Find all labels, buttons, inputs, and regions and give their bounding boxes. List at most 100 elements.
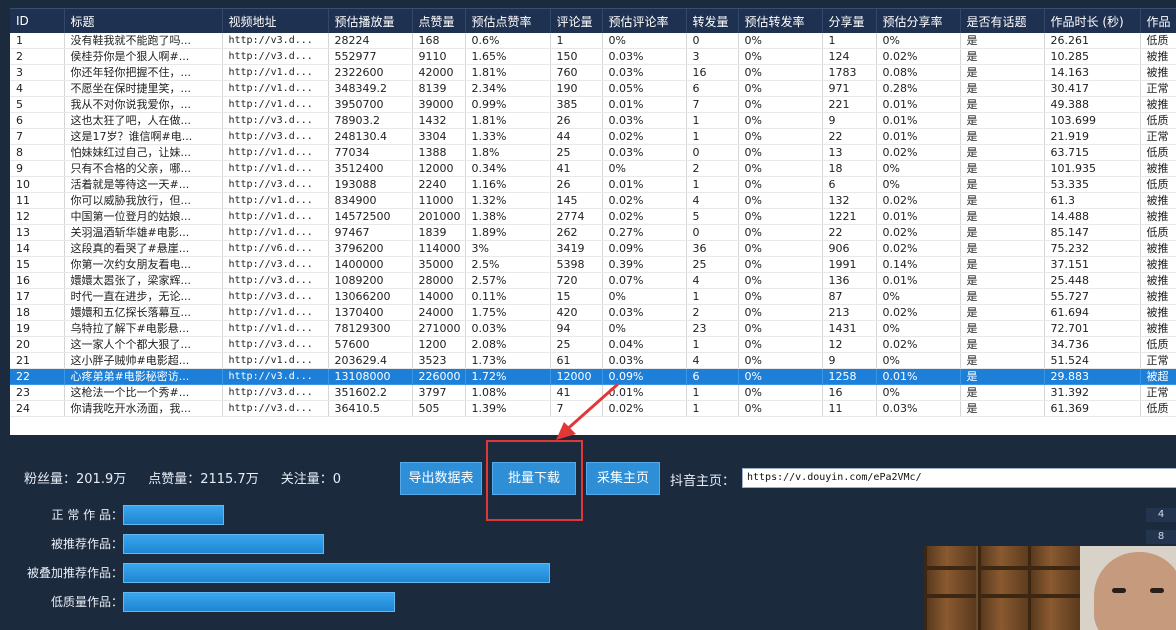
column-header[interactable]: 预估转发率 bbox=[738, 9, 823, 33]
table-cell: 你请我吃开水汤面，我... bbox=[64, 400, 223, 418]
table-cell: 30.417 bbox=[1044, 80, 1141, 98]
table-cell: 正常 bbox=[1140, 384, 1176, 402]
table-cell: 34.736 bbox=[1044, 336, 1141, 354]
table-cell: 10.285 bbox=[1044, 48, 1141, 66]
table-cell: 1258 bbox=[822, 368, 877, 386]
table-cell: 1 bbox=[822, 33, 877, 50]
table-cell: http://v3.d... bbox=[222, 256, 329, 274]
column-header[interactable]: 视频地址 bbox=[222, 9, 329, 33]
column-header[interactable]: 预估评论率 bbox=[602, 9, 687, 33]
table-cell: 12 bbox=[10, 208, 65, 226]
table-cell: 13108000 bbox=[328, 368, 413, 386]
table-cell: 9 bbox=[822, 112, 877, 130]
table-row[interactable]: 16 嬛嬛太嚣张了，梁家辉... http://v3.d... 1089200 2800… bbox=[10, 272, 1176, 290]
table-cell: http://v1.d... bbox=[222, 80, 329, 98]
export-table-button[interactable]: 导出数据表 bbox=[400, 462, 482, 495]
column-header[interactable]: 评论量 bbox=[550, 9, 603, 33]
table-row[interactable]: 7 这是17岁？谁信啊#电... http://v3.d... 248130.4 330… bbox=[10, 128, 1176, 146]
table-cell: 22 bbox=[822, 128, 877, 146]
table-cell: 0.03% bbox=[602, 64, 687, 82]
table-cell: 0% bbox=[602, 160, 687, 178]
table-row[interactable]: 13 关羽温酒斩华雄#电影... http://v1.d... 97467 1839 1.… bbox=[10, 224, 1176, 242]
table-cell: 87 bbox=[822, 288, 877, 306]
table-cell: 中国第一位登月的姑娘... bbox=[64, 208, 223, 226]
table-cell: 正常 bbox=[1140, 80, 1176, 98]
table-cell: 26 bbox=[550, 112, 603, 130]
column-header[interactable]: 标题 bbox=[64, 9, 223, 33]
column-header[interactable]: 预估播放量 bbox=[328, 9, 413, 33]
table-cell: 1 bbox=[686, 400, 739, 418]
table-cell: 2322600 bbox=[328, 64, 413, 82]
annotation-arrow-icon bbox=[556, 382, 619, 440]
table-cell: 0% bbox=[738, 320, 823, 338]
table-row[interactable]: 14 这段真的看哭了#悬崖... http://v6.d... 3796200 1140… bbox=[10, 240, 1176, 258]
table-cell: 6 bbox=[686, 80, 739, 98]
webcam-overlay bbox=[924, 546, 1176, 630]
table-row[interactable]: 21 这小胖子贼帅#电影超... http://v1.d... 203629.4 352… bbox=[10, 352, 1176, 370]
table-cell: 活着就是等待这一天#... bbox=[64, 176, 223, 194]
table-cell: 低质 bbox=[1140, 112, 1176, 130]
column-header[interactable]: 预估分享率 bbox=[876, 9, 961, 33]
table-cell: 49.388 bbox=[1044, 96, 1141, 114]
table-cell: 0% bbox=[738, 272, 823, 290]
table-row[interactable]: 5 我从不对你说我爱你，... http://v1.d... 3950700 39000… bbox=[10, 96, 1176, 114]
column-header[interactable]: 分享量 bbox=[822, 9, 877, 33]
table-cell: 114000 bbox=[412, 240, 466, 258]
table-row[interactable]: 8 怕妹妹红过自己，让妹... http://v1.d... 77034 1388 1.8… bbox=[10, 144, 1176, 162]
table-row[interactable]: 9 只有不合格的父亲，哪... http://v1.d... 3512400 12000… bbox=[10, 160, 1176, 178]
table-cell: 3% bbox=[465, 240, 551, 258]
table-cell: http://v1.d... bbox=[222, 96, 329, 114]
table-row[interactable]: 11 你可以威胁我放行，但... http://v1.d... 834900 11000… bbox=[10, 192, 1176, 210]
table-cell: http://v1.d... bbox=[222, 304, 329, 322]
table-cell: 2.34% bbox=[465, 80, 551, 98]
column-header[interactable]: 是否有话题 bbox=[960, 9, 1045, 33]
table-cell: 25 bbox=[550, 144, 603, 162]
table-row[interactable]: 3 你还年轻你把握不住，... http://v1.d... 2322600 42000… bbox=[10, 64, 1176, 82]
column-header[interactable]: ID bbox=[10, 9, 65, 33]
table-cell: 420 bbox=[550, 304, 603, 322]
table-cell: 124 bbox=[822, 48, 877, 66]
table-cell: 4 bbox=[686, 352, 739, 370]
table-row[interactable]: 20 这一家人个个都大狠了... http://v3.d... 57600 1200 2.… bbox=[10, 336, 1176, 354]
table-cell: 348349.2 bbox=[328, 80, 413, 98]
table-cell: 2 bbox=[686, 304, 739, 322]
table-row[interactable]: 12 中国第一位登月的姑娘... http://v1.d... 14572500 201… bbox=[10, 208, 1176, 226]
table-cell: 57600 bbox=[328, 336, 413, 354]
table-row[interactable]: 15 你第一次约女朋友看电... http://v3.d... 1400000 3500… bbox=[10, 256, 1176, 274]
column-header[interactable]: 点赞量 bbox=[412, 9, 466, 33]
table-cell: 103.699 bbox=[1044, 112, 1141, 130]
table-cell: 12000 bbox=[412, 160, 466, 178]
table-row[interactable]: 4 不愿坐在保时捷里笑，... http://v1.d... 348349.2 8139… bbox=[10, 80, 1176, 98]
table-cell: 1221 bbox=[822, 208, 877, 226]
table-row[interactable]: 17 时代一直在进步，无论... http://v3.d... 13066200 140… bbox=[10, 288, 1176, 306]
table-cell: 这段真的看哭了#悬崖... bbox=[64, 240, 223, 258]
column-header[interactable]: 预估点赞率 bbox=[465, 9, 551, 33]
table-cell: 是 bbox=[960, 384, 1045, 402]
category-bar-row: 被推荐作品： bbox=[10, 533, 324, 555]
table-cell: 1991 bbox=[822, 256, 877, 274]
table-row[interactable]: 19 乌特拉了解下#电影悬... http://v1.d... 78129300 271… bbox=[10, 320, 1176, 338]
table-cell: 0% bbox=[738, 33, 823, 50]
table-row[interactable]: 1 没有鞋我就不能跑了吗... http://v3.d... 28224 168 0.6%… bbox=[10, 33, 1176, 50]
table-cell: 14.488 bbox=[1044, 208, 1141, 226]
table-row[interactable]: 6 这也太狂了吧，人在做... http://v3.d... 78903.2 1432 1… bbox=[10, 112, 1176, 130]
table-cell: http://v1.d... bbox=[222, 144, 329, 162]
table-row[interactable]: 18 嬛嬛和五亿探长落幕互... http://v1.d... 1370400 2400… bbox=[10, 304, 1176, 322]
table-cell: 1.65% bbox=[465, 48, 551, 66]
table-cell: 1.75% bbox=[465, 304, 551, 322]
column-header[interactable]: 作品 bbox=[1140, 9, 1176, 33]
table-cell: 720 bbox=[550, 272, 603, 290]
column-header[interactable]: 转发量 bbox=[686, 9, 739, 33]
table-cell: 乌特拉了解下#电影悬... bbox=[64, 320, 223, 338]
table-row[interactable]: 10 活着就是等待这一天#... http://v3.d... 193088 2240 1… bbox=[10, 176, 1176, 194]
collect-homepage-button[interactable]: 采集主页 bbox=[586, 462, 660, 495]
table-cell: 7 bbox=[686, 96, 739, 114]
table-cell: 0% bbox=[738, 336, 823, 354]
table-cell: 1 bbox=[686, 384, 739, 402]
column-header[interactable]: 作品时长 (秒) bbox=[1044, 9, 1141, 33]
table-cell: 4 bbox=[686, 272, 739, 290]
table-cell: 你可以威胁我放行，但... bbox=[64, 192, 223, 210]
category-label: 低质量作品： bbox=[50, 595, 123, 609]
table-row[interactable]: 2 侯桂芬你是个狠人啊#... http://v3.d... 552977 9110 1.… bbox=[10, 48, 1176, 66]
douyin-url-input[interactable]: https://v.douyin.com/ePa2VMc/ bbox=[742, 468, 1176, 488]
